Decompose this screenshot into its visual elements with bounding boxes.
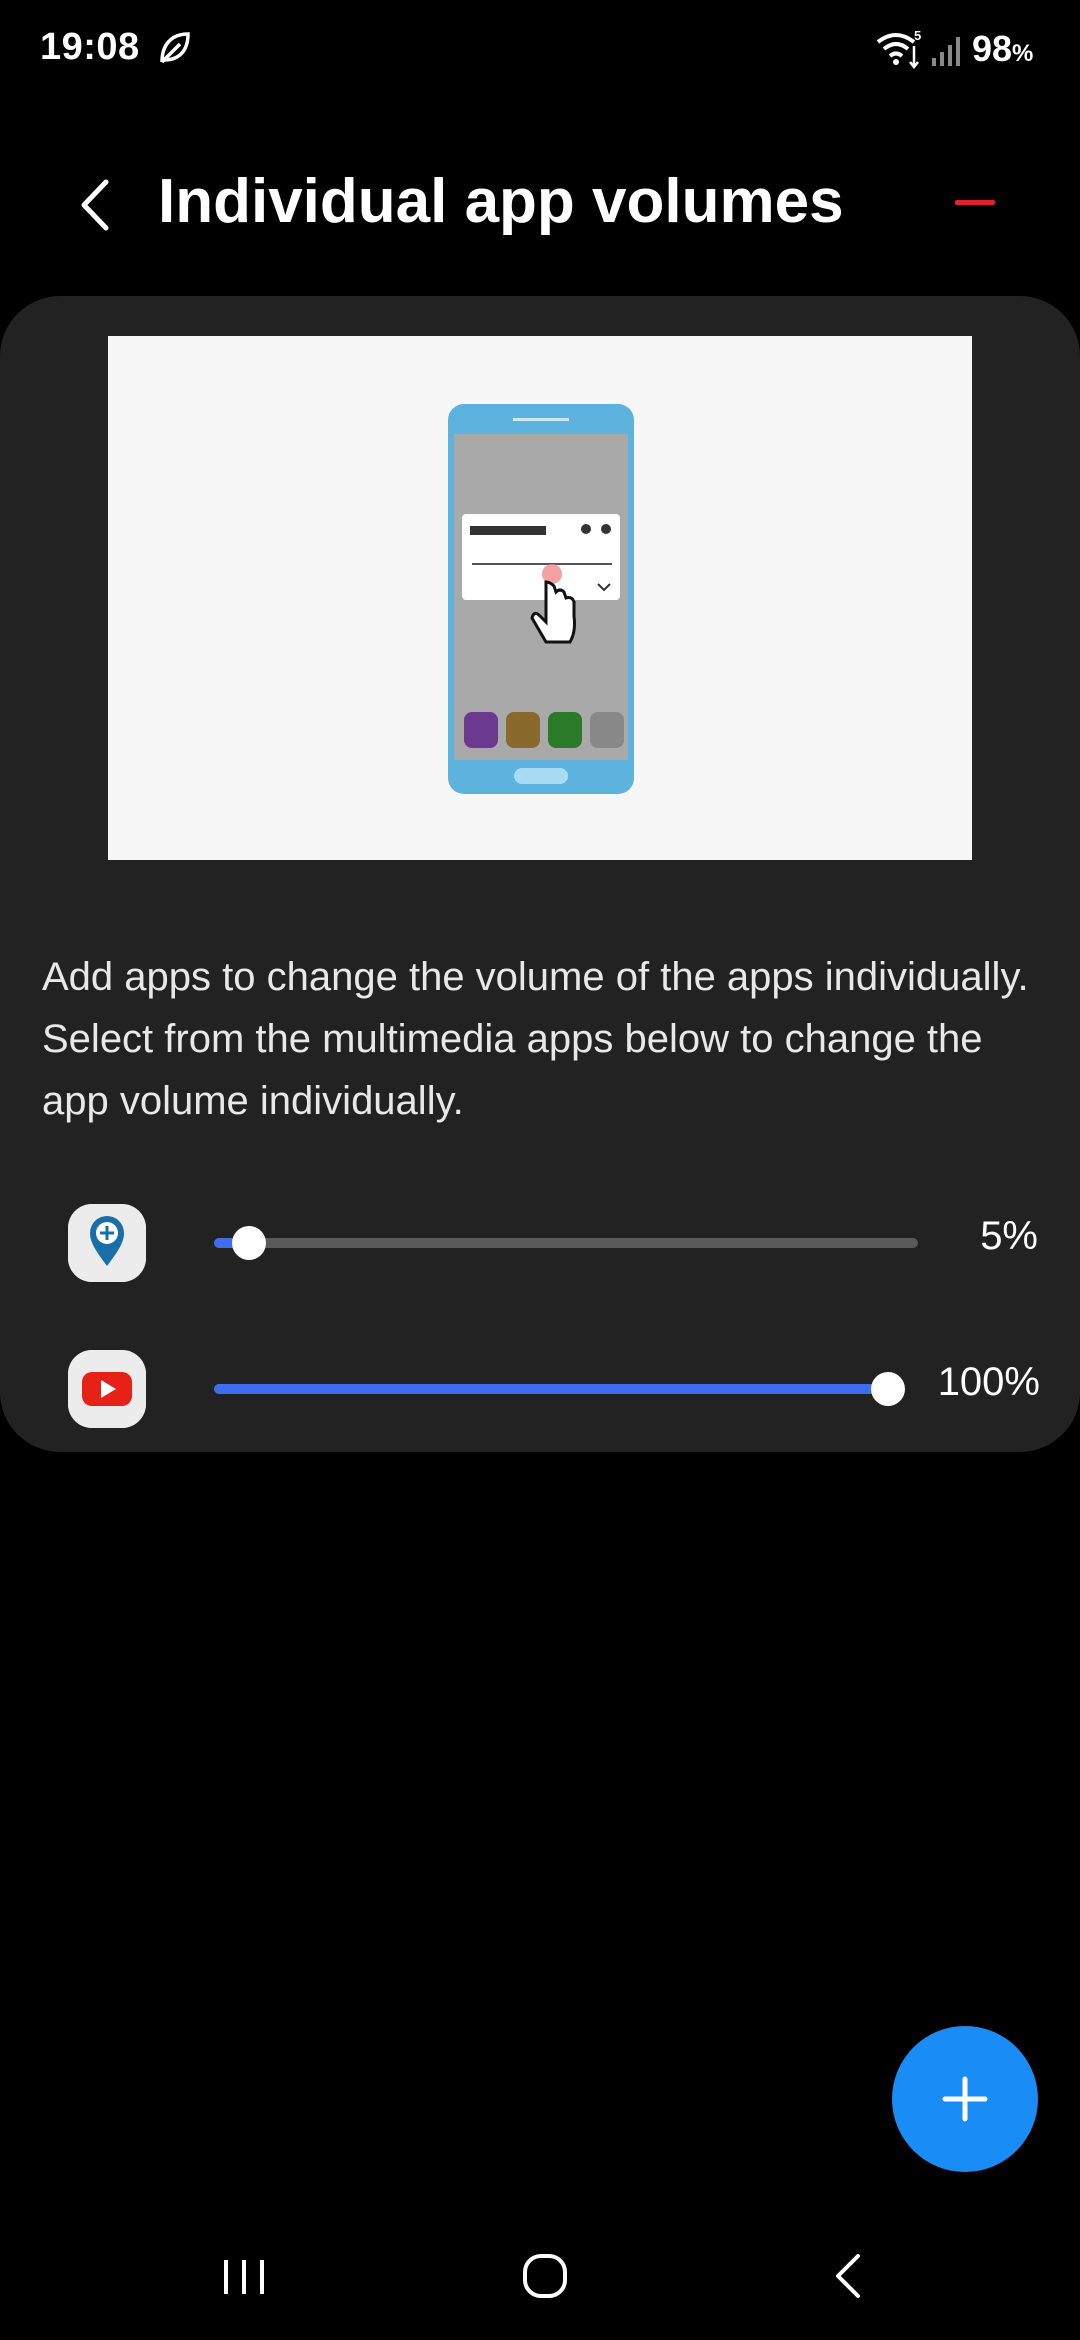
app-volumes-card: Add apps to change the volume of the app… [0,296,1080,1452]
volume-value: 100% [937,1360,1040,1404]
map-pin-plus-icon [68,1204,146,1282]
phone-illustration [448,404,634,794]
app-volume-row: 100% [0,1338,1080,1438]
svg-text:5: 5 [914,30,921,43]
wifi-icon: 5 [876,30,921,70]
back-icon[interactable] [828,2252,868,2300]
description-text: Add apps to change the volume of the app… [42,955,1029,1123]
app-volume-row: 5% [0,1192,1080,1292]
navigation-bar [0,2220,1080,2340]
chevron-left-icon [81,179,109,231]
slider-thumb[interactable] [871,1372,905,1406]
minus-icon [955,200,995,205]
illustration-image [108,336,972,860]
status-time: 19:08 [40,26,140,68]
add-app-button[interactable] [892,2026,1038,2172]
volume-slider[interactable] [214,1372,905,1406]
youtube-icon [68,1350,146,1428]
status-bar: 19:08 5 98% [0,0,1080,100]
plus-icon [942,2076,988,2122]
page-title: Individual app volumes [158,167,844,236]
slider-fill [214,1384,890,1394]
volume-slider[interactable] [214,1226,918,1260]
recents-icon[interactable] [220,2256,268,2298]
volume-value: 5% [980,1214,1038,1258]
remove-button[interactable] [950,190,1000,214]
slider-thumb[interactable] [232,1226,266,1260]
back-button[interactable] [70,170,120,240]
home-icon[interactable] [520,2250,570,2302]
signal-icon [932,37,960,66]
battery-level: 98% [972,28,1034,69]
leaf-icon [160,32,190,64]
